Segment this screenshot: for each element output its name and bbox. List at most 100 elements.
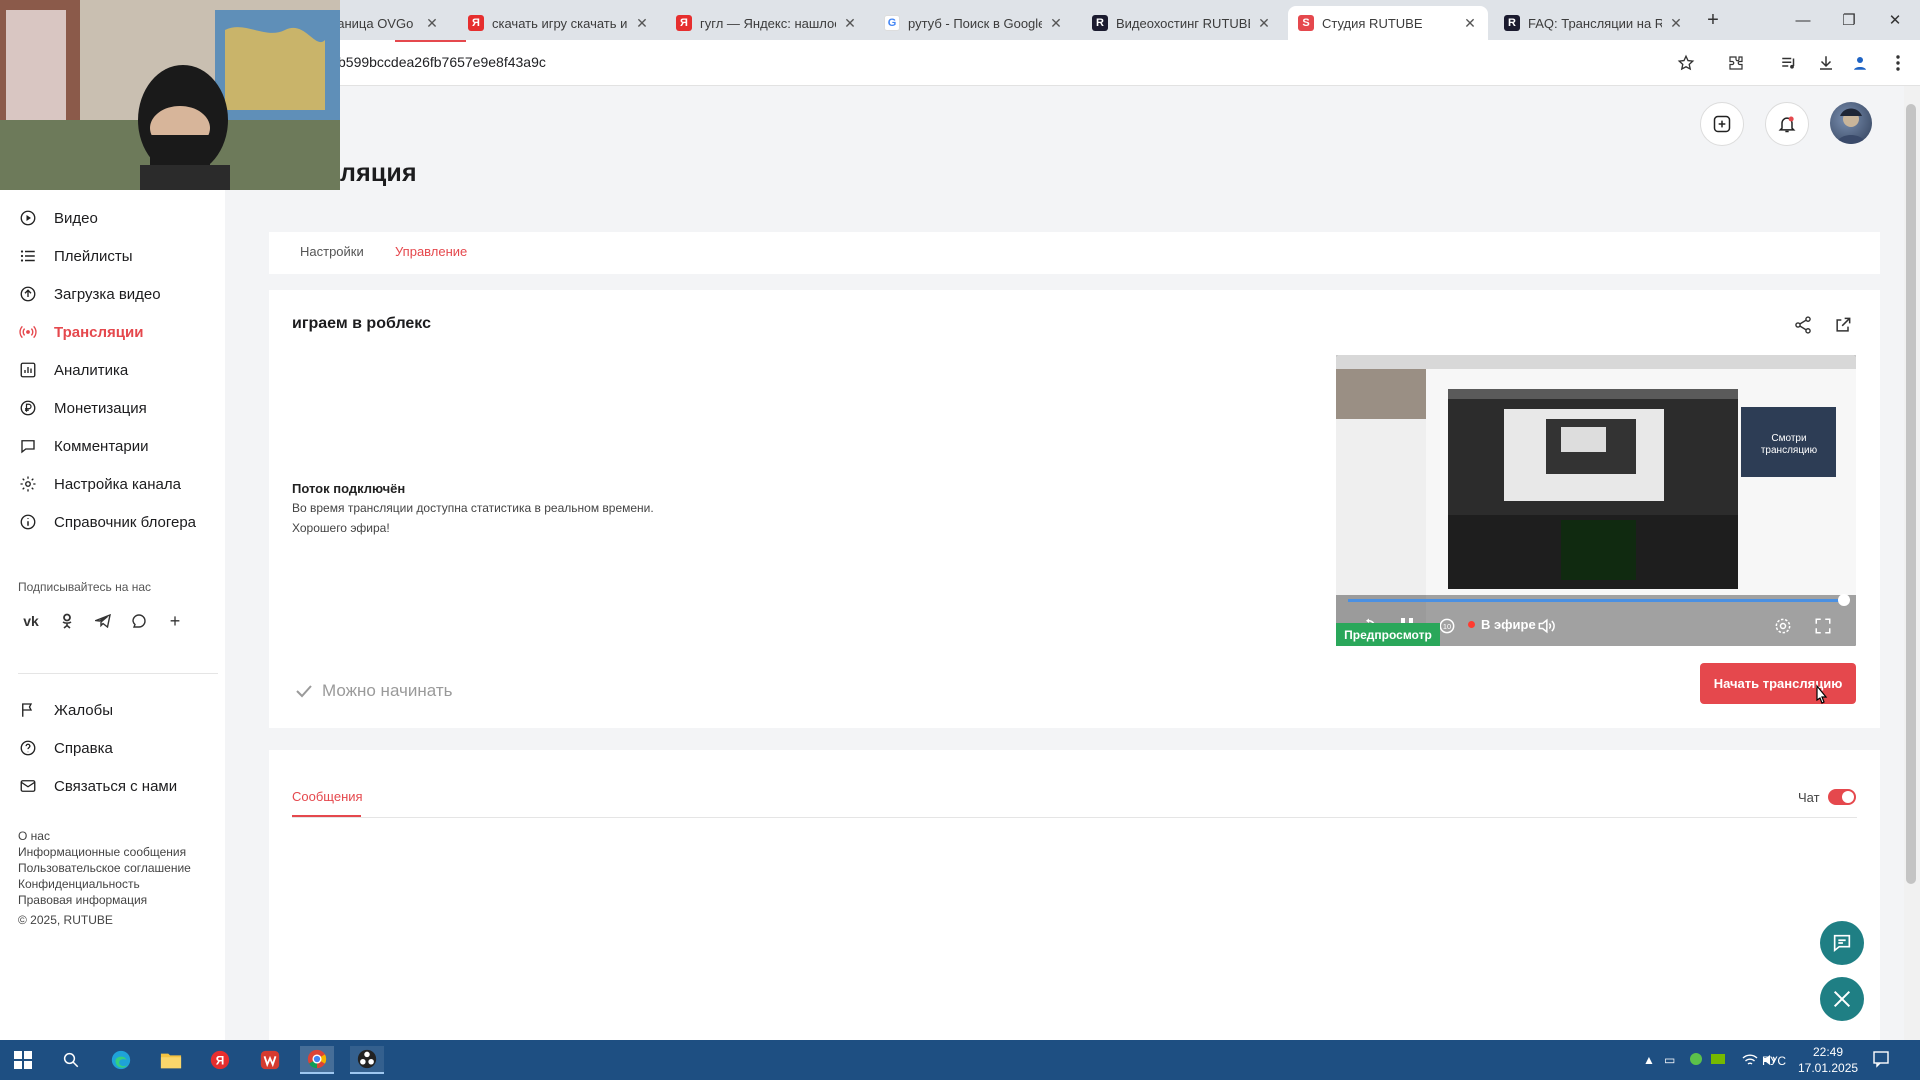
url-text[interactable]: b599bccdea26fb7657e9e8f43a9c xyxy=(338,54,546,70)
sidebar-item-playlists[interactable]: Плейлисты xyxy=(18,241,133,271)
help-icon xyxy=(18,738,38,758)
tray-nvidia-icon[interactable] xyxy=(1710,1051,1726,1067)
footer-link[interactable]: Конфиденциальность xyxy=(18,877,140,891)
mouse-cursor-icon xyxy=(1812,684,1830,708)
wifi-icon[interactable] xyxy=(1742,1053,1758,1067)
extensions-icon[interactable] xyxy=(1724,51,1748,75)
chat-toggle[interactable] xyxy=(1828,789,1856,805)
star-icon[interactable] xyxy=(1674,51,1698,75)
browser-tab-active[interactable]: S Студия RUTUBE ✕ xyxy=(1288,6,1488,40)
chrome-icon[interactable] xyxy=(300,1046,334,1074)
video-icon xyxy=(18,208,38,228)
sidebar-item-monetization[interactable]: Монетизация xyxy=(18,393,147,423)
new-tab-button[interactable]: + xyxy=(1690,0,1736,40)
live-indicator: В эфире xyxy=(1468,617,1536,632)
comments-icon xyxy=(18,436,38,456)
sidebar-item-blogger-guide[interactable]: Справочник блогера xyxy=(18,507,196,537)
close-icon[interactable]: ✕ xyxy=(1462,15,1478,32)
sidebar-item-label: Справка xyxy=(54,739,113,757)
footer-link[interactable]: Правовая информация xyxy=(18,893,147,907)
browser-tab[interactable]: Я гугл — Яндекс: нашлось ✕ xyxy=(666,6,868,40)
taskbar-clock[interactable]: 22:49 17.01.2025 xyxy=(1798,1044,1858,1076)
tab-manage[interactable]: Управление xyxy=(395,244,467,259)
external-link-icon[interactable] xyxy=(1830,312,1856,338)
search-icon[interactable] xyxy=(54,1046,88,1074)
sidebar-item-comments[interactable]: Комментарии xyxy=(18,431,148,461)
tray-network-app-icon[interactable] xyxy=(1688,1051,1704,1067)
share-icon[interactable] xyxy=(1790,312,1816,338)
sidebar-item-video[interactable]: Видео xyxy=(18,203,98,233)
close-icon[interactable]: ✕ xyxy=(1256,15,1272,32)
obs-icon[interactable] xyxy=(350,1046,384,1074)
sidebar-item-channel-settings[interactable]: Настройка канала xyxy=(18,469,181,499)
live-dot xyxy=(1468,621,1475,628)
tray-chevron-icon[interactable]: ▲ xyxy=(1643,1053,1655,1067)
add-video-button[interactable] xyxy=(1700,102,1744,146)
sidebar-item-label: Настройка канала xyxy=(54,475,181,493)
sidebar-item-upload[interactable]: Загрузка видео xyxy=(18,279,161,309)
sidebar-item-contact[interactable]: Связаться с нами xyxy=(18,771,177,801)
close-icon[interactable]: ✕ xyxy=(1048,15,1064,32)
sidebar-item-broadcasts[interactable]: Трансляции xyxy=(18,317,143,347)
progress-fill xyxy=(1348,599,1844,602)
restore-button[interactable]: ❐ xyxy=(1826,0,1872,40)
close-support-button[interactable] xyxy=(1820,977,1864,1021)
close-icon[interactable]: ✕ xyxy=(1668,15,1684,32)
sidebar-item-help[interactable]: Справка xyxy=(18,733,113,763)
tray-app-icon[interactable]: ▭ xyxy=(1664,1053,1675,1067)
progress-handle[interactable] xyxy=(1838,594,1850,606)
browser-tab[interactable]: R FAQ: Трансляции на RU ✕ xyxy=(1494,6,1694,40)
browser-tab[interactable]: R Видеохостинг RUTUBE. С ✕ xyxy=(1082,6,1282,40)
rutube-icon: R xyxy=(1504,15,1520,31)
start-broadcast-button[interactable]: Начать трансляцию xyxy=(1700,663,1856,704)
stream-status-text: Хорошего эфира! xyxy=(292,521,390,535)
scrollbar-thumb[interactable] xyxy=(1906,104,1916,884)
download-icon[interactable] xyxy=(1814,51,1838,75)
browser-tab[interactable]: Я скачать игру скачать игр ✕ xyxy=(458,6,660,40)
close-icon[interactable]: ✕ xyxy=(842,15,858,32)
notifications-button[interactable] xyxy=(1765,102,1809,146)
close-window-button[interactable]: ✕ xyxy=(1872,0,1918,40)
edge-icon[interactable] xyxy=(104,1046,138,1074)
preview-player[interactable]: Смотри трансляцию xyxy=(1336,355,1856,646)
support-chat-button[interactable] xyxy=(1820,921,1864,965)
browser-tab[interactable]: G рутуб - Поиск в Google ✕ xyxy=(874,6,1074,40)
sidebar-item-label: Справочник блогера xyxy=(54,513,197,531)
taskbar xyxy=(0,1040,1920,1080)
more-icon[interactable]: + xyxy=(164,610,186,632)
stream-status-title: Поток подключён xyxy=(292,481,406,496)
language-indicator[interactable]: РУС xyxy=(1762,1054,1786,1068)
footer-link[interactable]: Информационные сообщения xyxy=(18,845,186,859)
sidebar-item-label: Аналитика xyxy=(54,361,129,379)
sidebar-item-complaints[interactable]: Жалобы xyxy=(18,695,113,725)
media-controls-icon[interactable] xyxy=(1777,51,1801,75)
vk-icon[interactable]: vk xyxy=(20,610,42,632)
wps-office-icon[interactable] xyxy=(253,1046,287,1074)
profile-icon[interactable] xyxy=(1848,51,1872,75)
sidebar: Видео Плейлисты Загрузка видео Трансляци… xyxy=(0,190,225,1040)
windows-start-icon[interactable] xyxy=(6,1046,40,1074)
file-explorer-icon[interactable] xyxy=(154,1046,188,1074)
volume-icon[interactable] xyxy=(1533,613,1559,639)
footer-link[interactable]: О нас xyxy=(18,829,50,843)
close-icon[interactable]: ✕ xyxy=(634,15,650,32)
settings-gear-icon[interactable] xyxy=(1770,613,1796,639)
close-icon[interactable]: ✕ xyxy=(424,15,440,32)
fullscreen-icon[interactable] xyxy=(1810,613,1836,639)
telegram-icon[interactable] xyxy=(92,610,114,632)
browser-menu-icon[interactable] xyxy=(1886,51,1910,75)
avatar[interactable] xyxy=(1830,102,1872,144)
clock-time: 22:49 xyxy=(1812,1045,1844,1059)
sidebar-item-analytics[interactable]: Аналитика xyxy=(18,355,128,385)
tab-messages[interactable]: Сообщения xyxy=(292,789,363,804)
gear-icon xyxy=(18,474,38,494)
viber-icon[interactable] xyxy=(128,610,150,632)
page-title: ляция xyxy=(340,159,417,187)
sidebar-item-label: Трансляции xyxy=(54,323,144,341)
footer-link[interactable]: Пользовательское соглашение xyxy=(18,861,191,875)
minimize-button[interactable]: — xyxy=(1780,0,1826,40)
notification-center-icon[interactable] xyxy=(1872,1050,1890,1068)
yandex-browser-icon[interactable]: Я xyxy=(203,1046,237,1074)
tab-settings[interactable]: Настройки xyxy=(300,244,364,259)
ok-icon[interactable] xyxy=(56,610,78,632)
